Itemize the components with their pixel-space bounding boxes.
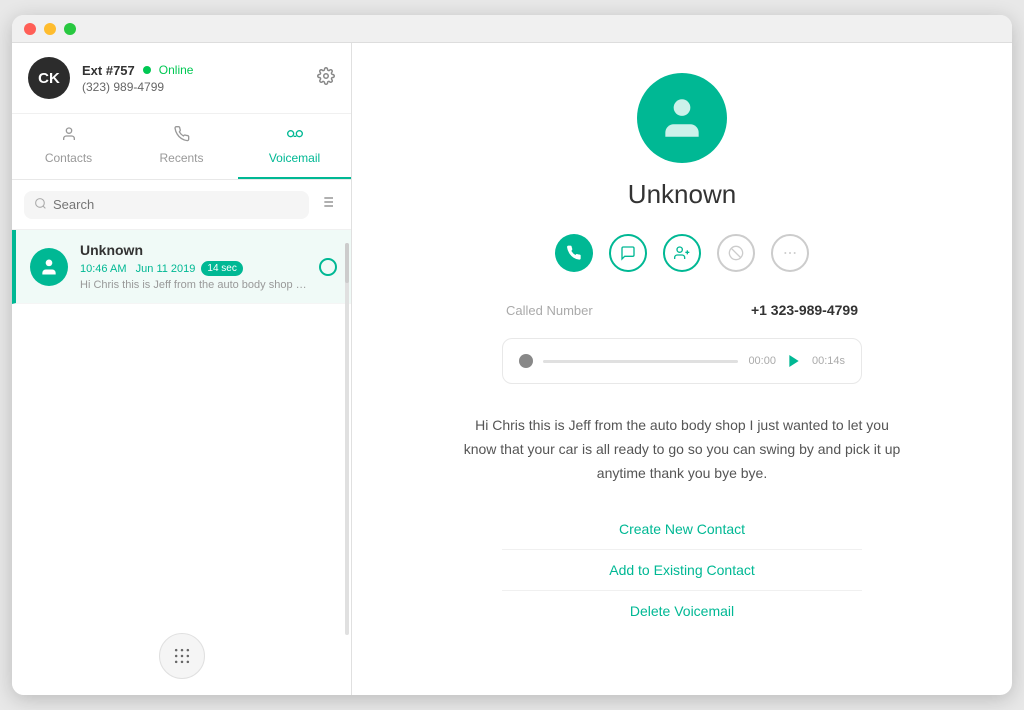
contact-name: Unknown — [628, 179, 736, 210]
tab-contacts[interactable]: Contacts — [12, 114, 125, 179]
audio-time-start: 00:00 — [748, 355, 776, 367]
profile-info: Ext #757 Online (323) 989-4799 — [82, 63, 193, 94]
list-options-button[interactable] — [315, 190, 339, 219]
close-button[interactable] — [24, 23, 36, 35]
search-input-wrap[interactable] — [24, 191, 309, 219]
vm-duration: 14 sec — [201, 261, 242, 276]
transcript-text: Hi Chris this is Jeff from the auto body… — [462, 414, 902, 485]
online-indicator — [143, 66, 151, 74]
call-button[interactable] — [555, 234, 593, 272]
vm-contact-avatar — [30, 248, 68, 286]
divider-1 — [502, 549, 862, 550]
search-input[interactable] — [53, 197, 299, 212]
add-contact-button[interactable] — [663, 234, 701, 272]
message-icon — [620, 245, 636, 261]
dialpad-icon — [172, 646, 192, 666]
block-icon — [728, 245, 744, 261]
scrollbar-track — [345, 243, 349, 635]
audio-player: 00:00 00:14s — [502, 338, 862, 384]
app-window: CK Ext #757 Online (323) 989-4799 — [12, 15, 1012, 695]
profile-left: CK Ext #757 Online (323) 989-4799 — [28, 57, 193, 99]
add-contact-icon — [674, 245, 690, 261]
online-label: Online — [159, 63, 194, 77]
vm-meta: 10:46 AM Jun 11 2019 14 sec — [80, 261, 307, 276]
contacts-icon — [61, 126, 77, 147]
sidebar: CK Ext #757 Online (323) 989-4799 — [12, 43, 352, 695]
vm-time: 10:46 AM Jun 11 2019 — [80, 263, 195, 275]
voicemail-item[interactable]: Unknown 10:46 AM Jun 11 2019 14 sec Hi C… — [12, 230, 351, 304]
add-existing-contact-button[interactable]: Add to Existing Contact — [502, 554, 862, 586]
maximize-button[interactable] — [64, 23, 76, 35]
vm-info: Unknown 10:46 AM Jun 11 2019 14 sec Hi C… — [80, 242, 307, 291]
delete-voicemail-button[interactable]: Delete Voicemail — [502, 595, 862, 627]
audio-track[interactable] — [543, 360, 738, 363]
call-icon — [566, 245, 582, 261]
audio-knob[interactable] — [519, 354, 533, 368]
tab-voicemail-label: Voicemail — [269, 151, 320, 165]
voicemail-icon — [287, 126, 303, 147]
play-icon — [786, 353, 802, 369]
tab-recents[interactable]: Recents — [125, 114, 238, 179]
search-bar — [12, 180, 351, 230]
audio-time-end: 00:14s — [812, 355, 845, 367]
block-button[interactable] — [717, 234, 755, 272]
message-button[interactable] — [609, 234, 647, 272]
tab-contacts-label: Contacts — [45, 151, 92, 165]
app-body: CK Ext #757 Online (323) 989-4799 — [12, 43, 1012, 695]
called-number-value: +1 323-989-4799 — [751, 302, 858, 318]
recents-icon — [174, 126, 190, 147]
dialpad-button[interactable] — [159, 633, 205, 679]
tab-voicemail[interactable]: Voicemail — [238, 114, 351, 179]
minimize-button[interactable] — [44, 23, 56, 35]
more-button[interactable] — [771, 234, 809, 272]
create-new-contact-button[interactable]: Create New Contact — [502, 513, 862, 545]
contact-avatar-large — [637, 73, 727, 163]
tab-bar: Contacts Recents Voicemail — [12, 114, 351, 180]
titlebar — [12, 15, 1012, 43]
called-number-row: Called Number +1 323-989-4799 — [502, 302, 862, 318]
action-icons-row — [555, 234, 809, 272]
ext-line: Ext #757 Online — [82, 63, 193, 78]
divider-2 — [502, 590, 862, 591]
scrollbar-thumb — [345, 243, 349, 283]
avatar: CK — [28, 57, 70, 99]
called-number-label: Called Number — [506, 303, 593, 318]
settings-button[interactable] — [317, 67, 335, 90]
vm-name: Unknown — [80, 242, 307, 258]
person-icon — [39, 257, 59, 277]
profile-area: CK Ext #757 Online (323) 989-4799 — [12, 43, 351, 114]
play-button[interactable] — [786, 353, 802, 369]
more-icon — [782, 245, 798, 261]
main-panel: Unknown — [352, 43, 1012, 695]
profile-phone: (323) 989-4799 — [82, 80, 193, 94]
vm-unread-indicator — [319, 258, 337, 276]
tab-recents-label: Recents — [159, 151, 203, 165]
vm-preview: Hi Chris this is Jeff from the auto body… — [80, 279, 307, 291]
ext-text: Ext #757 — [82, 63, 135, 78]
voicemail-list: Unknown 10:46 AM Jun 11 2019 14 sec Hi C… — [12, 230, 351, 695]
contact-person-icon — [657, 93, 707, 143]
search-icon — [34, 197, 47, 213]
